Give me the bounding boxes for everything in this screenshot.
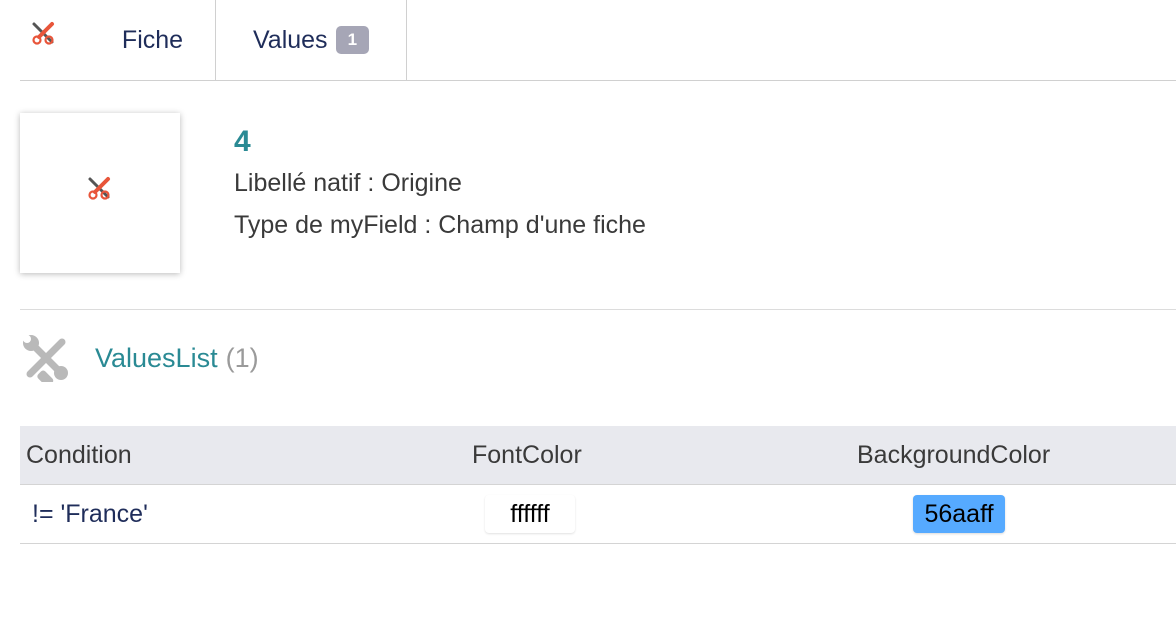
section-title-text[interactable]: ValuesList	[95, 343, 218, 373]
tools-icon	[30, 20, 56, 51]
table-row[interactable]: != 'France' ffffff 56aaff	[20, 485, 1176, 544]
values-table: Condition FontColor BackgroundColor != '…	[20, 426, 1176, 544]
tab-fiche-label: Fiche	[121, 25, 184, 54]
section-count: (1)	[225, 343, 259, 373]
column-header-backgroundcolor[interactable]: BackgroundColor	[857, 426, 1050, 484]
font-color-swatch: ffffff	[485, 495, 575, 533]
section-title: ValuesList (1)	[95, 340, 259, 376]
record-info: 4 Libellé natif : Origine Type de myFiel…	[234, 122, 646, 246]
record-number: 4	[234, 125, 251, 158]
column-header-condition[interactable]: Condition	[26, 426, 132, 484]
column-header-fontcolor[interactable]: FontColor	[472, 426, 582, 484]
tab-values[interactable]: Values 1	[216, 0, 407, 80]
tab-values-label: Values	[252, 25, 328, 54]
divider	[20, 309, 1176, 310]
page: Fiche Values 1 4 Libellé natif : Origine…	[0, 0, 1176, 622]
tab-bar: Fiche Values 1	[20, 0, 1176, 81]
background-color-swatch: 56aaff	[913, 495, 1005, 533]
cell-condition: != 'France'	[32, 500, 148, 528]
field-type-line: Type de myField : Champ d'une fiche	[234, 211, 646, 239]
values-count-badge: 1	[335, 26, 370, 54]
record-thumbnail	[20, 113, 180, 273]
native-label-line: Libellé natif : Origine	[234, 169, 462, 197]
tools-icon	[86, 175, 112, 206]
tab-home[interactable]	[20, 0, 80, 80]
wrench-screwdriver-icon	[22, 334, 70, 387]
table-header: Condition FontColor BackgroundColor	[20, 426, 1176, 485]
tab-fiche[interactable]: Fiche	[90, 0, 216, 80]
